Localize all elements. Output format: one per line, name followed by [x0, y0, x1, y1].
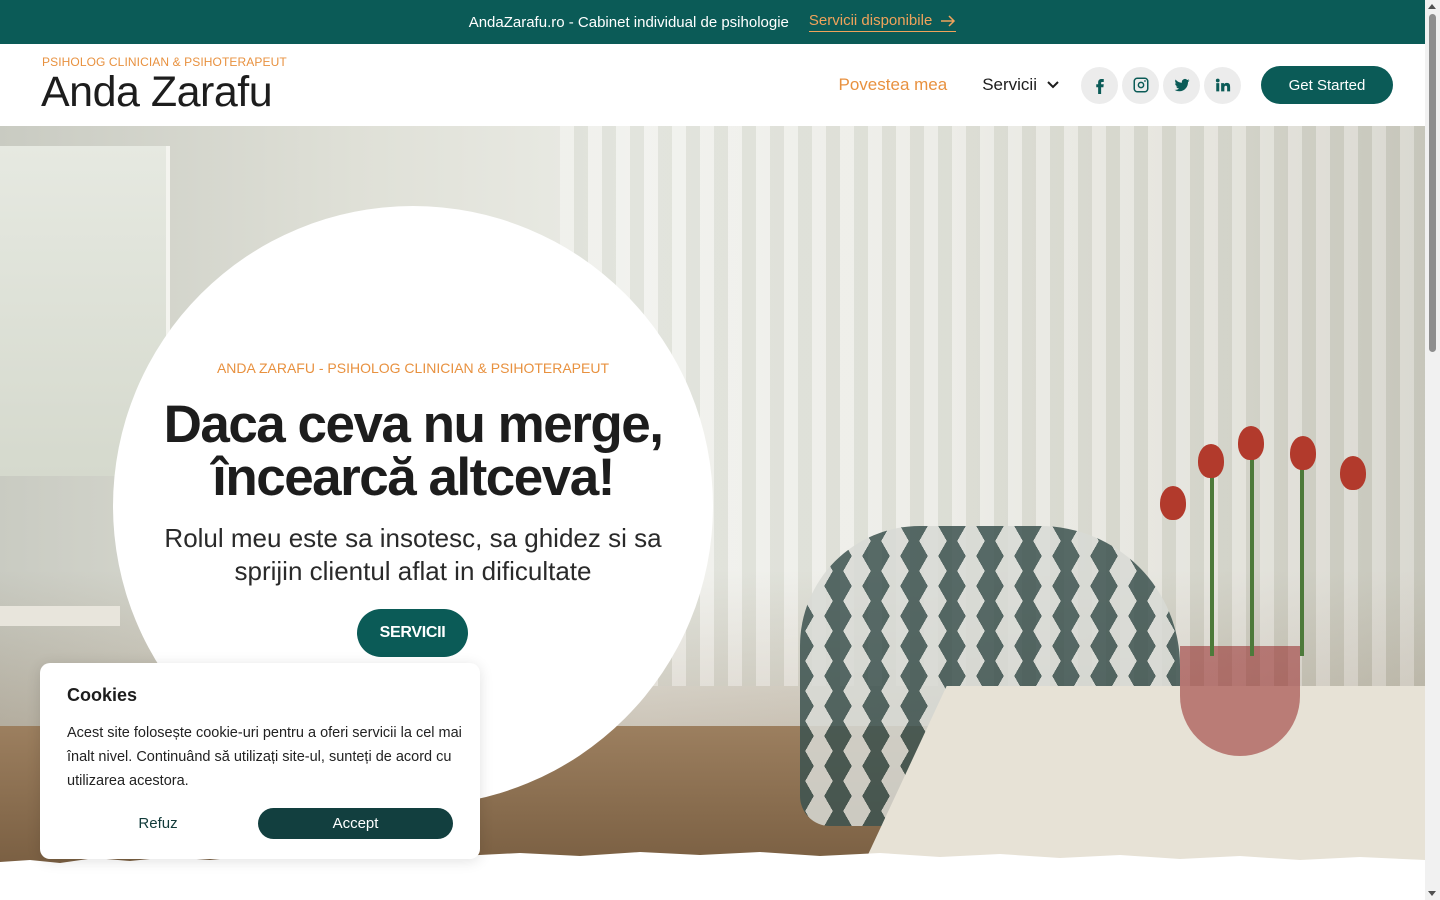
- facebook-icon: [1095, 79, 1104, 94]
- nav-services-dropdown[interactable]: Servicii: [982, 75, 1059, 95]
- tulip-flower: [1198, 444, 1224, 478]
- instagram-icon: [1133, 77, 1148, 93]
- nav-services-label: Servicii: [982, 75, 1037, 94]
- site-header: PSIHOLOG CLINICIAN & PSIHOTERAPEUT Anda …: [0, 44, 1425, 126]
- hero-background-table: [853, 686, 1425, 866]
- hero-subtitle: Rolul meu este sa insotesc, sa ghidez si…: [164, 523, 662, 586]
- twitter-icon: [1174, 78, 1189, 92]
- arrow-right-icon: [941, 14, 956, 27]
- tulip-flower: [1238, 426, 1264, 460]
- linkedin-button[interactable]: [1204, 66, 1241, 104]
- cookie-accept-button[interactable]: Accept: [258, 808, 453, 839]
- cookie-banner: Cookies Acest site folosește cookie-uri …: [40, 663, 480, 859]
- facebook-button[interactable]: [1081, 66, 1118, 104]
- services-available-link[interactable]: Servicii disponibile: [808, 12, 957, 32]
- services-available-label: Servicii disponibile: [808, 12, 933, 29]
- hero-services-button[interactable]: SERVICII: [357, 609, 468, 657]
- twitter-button[interactable]: [1163, 66, 1200, 104]
- announcement-text: AndaZarafu.ro - Cabinet individual de ps…: [468, 13, 789, 31]
- chevron-down-icon: [1047, 81, 1059, 89]
- tulip-flower: [1160, 486, 1186, 520]
- cookie-text: Acest site folosește cookie-uri pentru a…: [67, 725, 462, 789]
- page-scrollbar[interactable]: [1425, 0, 1440, 900]
- brand-subtitle: PSIHOLOG CLINICIAN & PSIHOTERAPEUT: [42, 55, 287, 69]
- linkedin-icon: [1215, 78, 1230, 92]
- get-started-button[interactable]: Get Started: [1261, 66, 1393, 104]
- cookie-title: Cookies: [67, 685, 138, 705]
- tulip-stem: [1300, 456, 1304, 656]
- instagram-button[interactable]: [1122, 66, 1159, 104]
- tulip-stem: [1250, 446, 1254, 656]
- hero-background-desk: [0, 606, 120, 626]
- announcement-bar: AndaZarafu.ro - Cabinet individual de ps…: [0, 0, 1425, 44]
- scrollbar-thumb[interactable]: [1429, 14, 1436, 352]
- scroll-down-arrow-icon[interactable]: [1428, 891, 1436, 896]
- tulip-stem: [1210, 466, 1214, 656]
- brand-logo-title[interactable]: Anda Zarafu: [41, 68, 273, 117]
- main-nav: Povestea mea Servicii Get Started: [839, 66, 1393, 104]
- hero-kicker: ANDA ZARAFU - PSIHOLOG CLINICIAN & PSIHO…: [216, 360, 610, 376]
- scroll-up-arrow-icon[interactable]: [1428, 4, 1436, 9]
- nav-story-link[interactable]: Povestea mea: [839, 75, 948, 95]
- cookie-refuse-button[interactable]: Refuz: [67, 808, 249, 839]
- hero-title: Daca ceva nu merge, încearcă altceva!: [163, 395, 664, 507]
- tulip-flower: [1340, 456, 1366, 490]
- tulip-flower: [1290, 436, 1316, 470]
